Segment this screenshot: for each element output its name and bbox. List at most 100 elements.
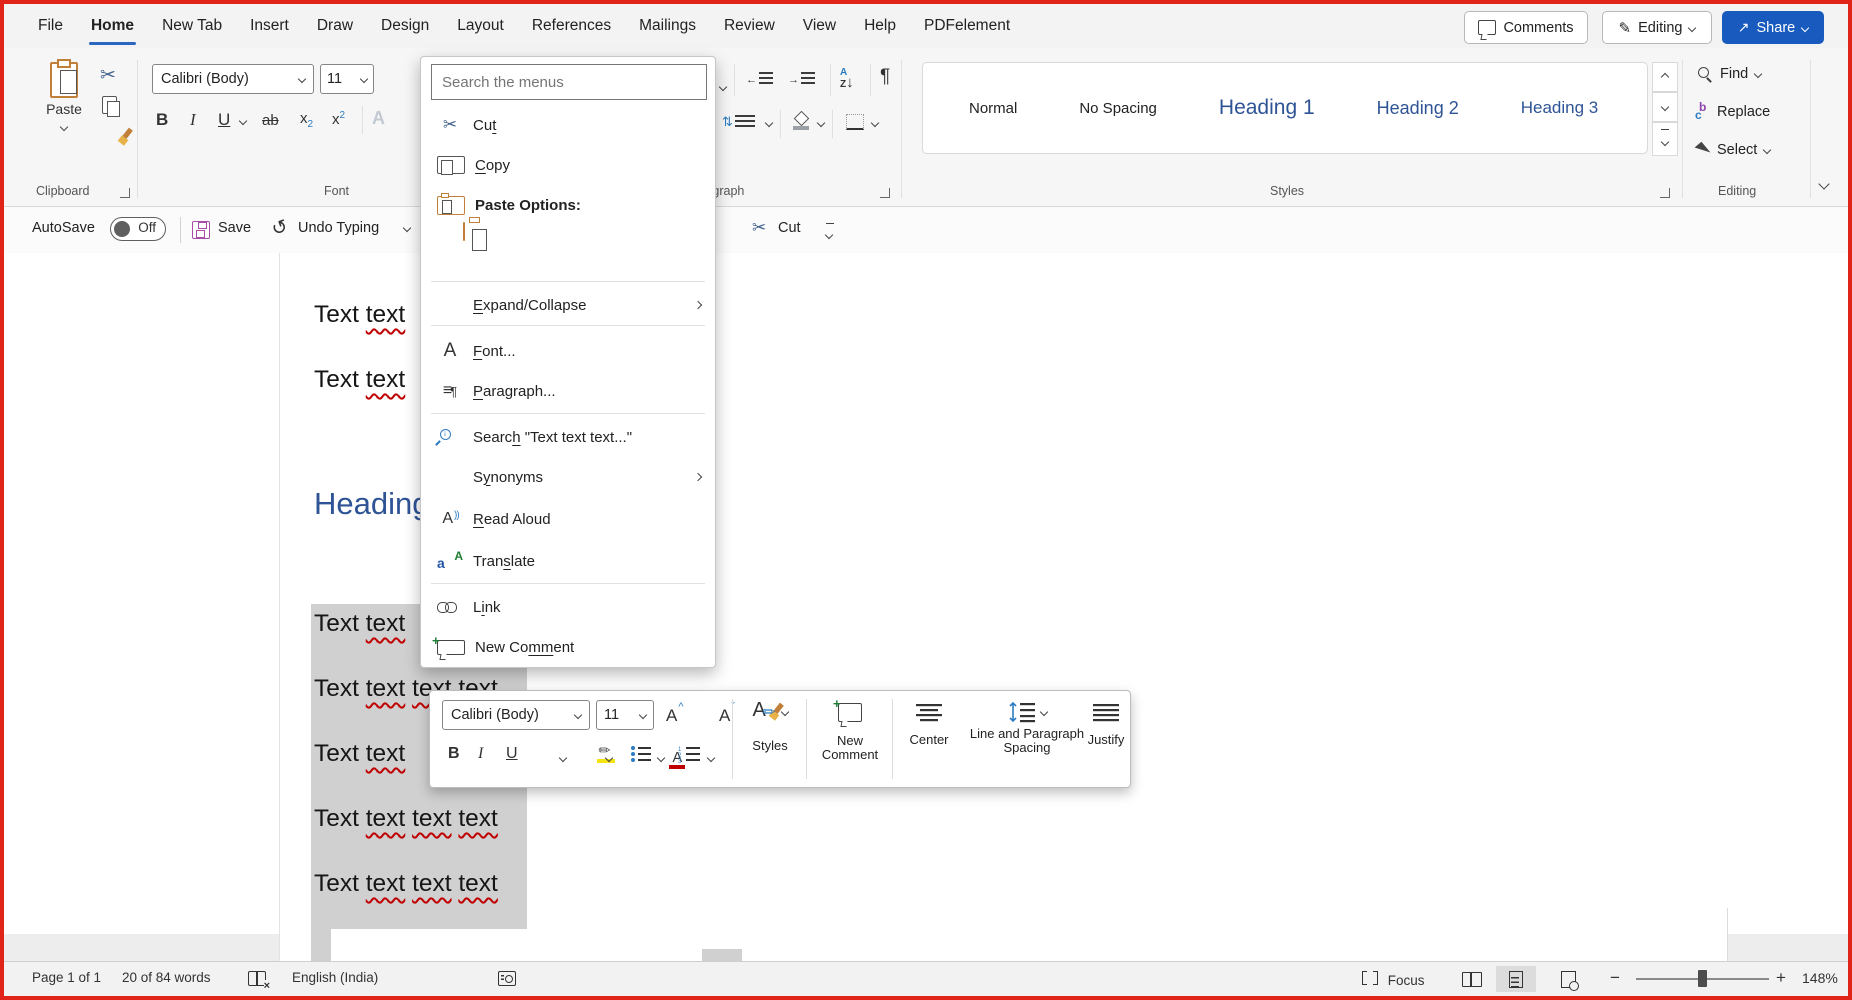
comments-button[interactable]: Comments — [1464, 11, 1588, 44]
menu-tab-file[interactable]: File — [24, 4, 77, 48]
focus-button[interactable]: Focus — [1362, 971, 1425, 988]
menu-tab-mailings[interactable]: Mailings — [625, 4, 710, 48]
undo-label[interactable]: Undo Typing — [298, 220, 379, 236]
center-button[interactable]: Center — [898, 703, 960, 747]
chevron-down-icon[interactable] — [871, 119, 879, 127]
word-count[interactable]: 20 of 84 words — [122, 970, 211, 985]
font-name-combo[interactable]: Calibri (Body) — [442, 700, 590, 730]
font-name-combo[interactable]: Calibri (Body) — [152, 64, 314, 94]
editing-mode-button[interactable]: ✎ Editing — [1602, 11, 1712, 44]
zoom-slider-handle[interactable] — [1698, 970, 1707, 987]
show-marks-button[interactable]: ¶ — [880, 66, 890, 88]
page-indicator[interactable]: Page 1 of 1 — [32, 970, 101, 985]
underline-button[interactable]: U — [218, 110, 230, 130]
styles-dialog-launcher[interactable] — [1660, 188, 1670, 198]
replace-button[interactable]: Replace — [1694, 104, 1770, 120]
context-menu-item-paragraph[interactable]: Paragraph... — [421, 373, 715, 409]
paste-keep-formatting-icon[interactable] — [463, 222, 465, 241]
gallery-down-button[interactable] — [1652, 92, 1678, 122]
line-paragraph-spacing-button[interactable]: Line and Paragraph Spacing — [966, 701, 1088, 755]
underline-chevron-icon[interactable] — [239, 117, 247, 125]
proofing-errors-icon[interactable] — [248, 971, 266, 986]
menu-tab-pdfelement[interactable]: PDFelement — [910, 4, 1024, 48]
search-menus-input[interactable] — [431, 64, 707, 100]
underline-button[interactable]: U — [506, 745, 518, 763]
clipboard-dialog-launcher[interactable] — [120, 188, 130, 198]
font-size-combo[interactable]: 11 — [596, 700, 654, 730]
toolbar-overflow-icon[interactable] — [826, 223, 834, 242]
multilevel-list-chevron-icon[interactable] — [719, 83, 727, 91]
share-button[interactable]: ↗ Share — [1722, 11, 1824, 44]
cut-icon[interactable]: ✂ — [752, 218, 766, 238]
menu-tab-new-tab[interactable]: New Tab — [148, 4, 236, 48]
numbering-button[interactable]: 123 — [678, 745, 702, 768]
paragraph-dialog-launcher[interactable] — [880, 188, 890, 198]
style-no-spacing[interactable]: No Spacing — [1079, 100, 1157, 117]
font-size-combo[interactable]: 11 — [320, 64, 374, 94]
increase-indent-button[interactable]: → — [788, 72, 815, 87]
collapse-ribbon-icon[interactable] — [1818, 178, 1829, 189]
menu-tab-references[interactable]: References — [518, 4, 625, 48]
bullets-button[interactable] — [630, 745, 652, 768]
italic-button[interactable]: I — [190, 110, 196, 130]
italic-button[interactable]: I — [478, 745, 483, 763]
bold-button[interactable]: B — [156, 110, 168, 130]
superscript-button[interactable]: x2 — [332, 110, 345, 128]
gallery-more-button[interactable] — [1652, 122, 1678, 156]
zoom-level[interactable]: 148% — [1802, 970, 1838, 986]
context-menu-item-translate[interactable]: Translate — [421, 543, 715, 579]
chevron-down-icon[interactable] — [559, 754, 567, 762]
text-effects-button[interactable]: A — [372, 108, 385, 129]
save-icon[interactable] — [192, 221, 210, 239]
chevron-down-icon[interactable] — [765, 119, 773, 127]
select-button[interactable]: Select — [1698, 142, 1770, 158]
undo-icon[interactable]: ↺ — [269, 215, 292, 242]
style-heading-1[interactable]: Heading 1 — [1219, 96, 1315, 120]
zoom-out-button[interactable]: − — [1610, 968, 1620, 988]
print-layout-button[interactable] — [1496, 966, 1536, 992]
strikethrough-button[interactable]: ab — [262, 112, 279, 129]
menu-tab-draw[interactable]: Draw — [303, 4, 367, 48]
undo-chevron-icon[interactable] — [403, 224, 411, 232]
borders-button[interactable] — [846, 114, 864, 130]
menu-tab-insert[interactable]: Insert — [236, 4, 303, 48]
chevron-down-icon[interactable] — [707, 754, 715, 762]
format-painter-icon[interactable] — [117, 128, 135, 146]
autosave-toggle[interactable]: Off — [110, 217, 166, 241]
save-label[interactable]: Save — [218, 220, 251, 236]
decrease-indent-button[interactable]: ← — [746, 72, 773, 87]
gallery-up-button[interactable] — [1652, 62, 1678, 92]
macro-record-icon[interactable] — [498, 971, 516, 986]
context-menu-item-copy[interactable]: Copy — [421, 147, 715, 183]
chevron-down-icon[interactable] — [657, 754, 665, 762]
paste-button[interactable]: Paste — [34, 62, 94, 133]
style-heading-3[interactable]: Heading 3 — [1521, 98, 1599, 118]
language-indicator[interactable]: English (India) — [292, 970, 378, 985]
context-menu-item-paste-options[interactable]: Paste Options: — [421, 187, 715, 223]
style-heading-2[interactable]: Heading 2 — [1377, 98, 1459, 119]
style-normal[interactable]: Normal — [969, 100, 1017, 117]
menu-tab-view[interactable]: View — [789, 4, 850, 48]
context-menu-item-new-comment[interactable]: New Comment — [421, 629, 715, 665]
context-menu-item-cut[interactable]: Cut — [421, 107, 715, 143]
grow-font-button[interactable]: A^ — [666, 706, 683, 725]
zoom-in-button[interactable]: + — [1776, 968, 1786, 988]
document-canvas[interactable]: Text textText textHeadingText textText t… — [4, 253, 1848, 962]
chevron-down-icon[interactable] — [817, 119, 825, 127]
line-spacing-button[interactable]: ⇅ — [722, 114, 755, 130]
menu-tab-home[interactable]: Home — [77, 4, 148, 48]
justify-button[interactable]: Justify — [1082, 703, 1130, 747]
context-menu-item-expand-collapse[interactable]: Expand/Collapse — [421, 287, 715, 323]
read-mode-button[interactable] — [1452, 966, 1492, 992]
cut-label[interactable]: Cut — [778, 220, 801, 236]
copy-icon[interactable] — [102, 96, 117, 114]
menu-tab-layout[interactable]: Layout — [443, 4, 518, 48]
new-comment-button[interactable]: New Comment — [812, 703, 888, 762]
sort-button[interactable]: AZ↓ — [840, 68, 854, 90]
menu-tab-help[interactable]: Help — [850, 4, 910, 48]
cut-icon[interactable]: ✂ — [100, 64, 116, 87]
shading-button[interactable] — [792, 112, 810, 130]
web-layout-button[interactable] — [1548, 966, 1588, 992]
find-button[interactable]: Find — [1698, 66, 1761, 82]
context-menu-item-font[interactable]: Font... — [421, 333, 715, 369]
